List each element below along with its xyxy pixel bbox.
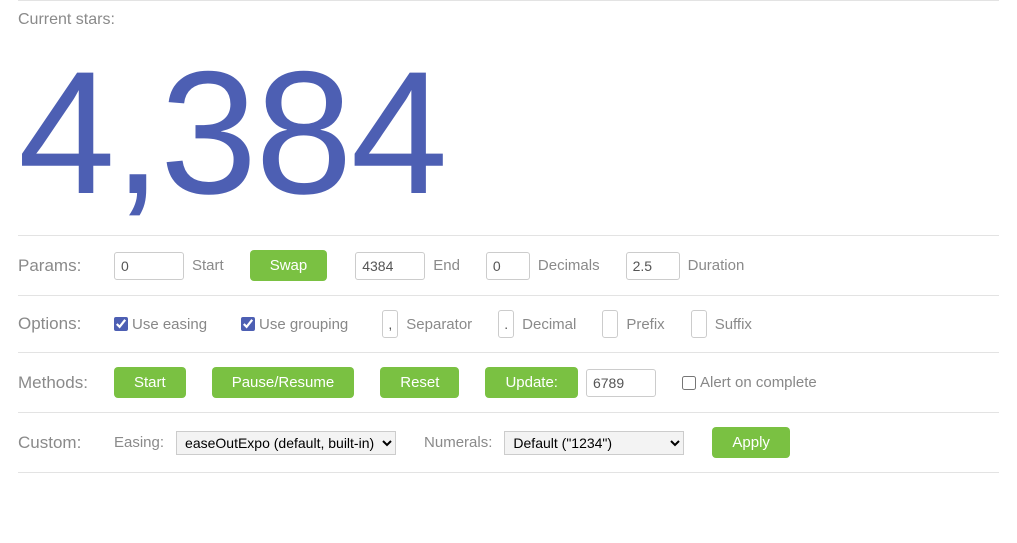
prefix-label: Prefix: [626, 316, 664, 333]
prefix-input[interactable]: [602, 310, 618, 338]
easing-select[interactable]: easeOutExpo (default, built-in): [176, 431, 396, 455]
start-button[interactable]: Start: [114, 367, 186, 398]
top-divider: [18, 0, 999, 1]
decimal-input[interactable]: [498, 310, 514, 338]
end-input[interactable]: [355, 252, 425, 280]
use-grouping-option[interactable]: Use grouping: [241, 316, 348, 333]
current-stars-label: Current stars:: [18, 11, 999, 29]
pause-resume-button[interactable]: Pause/Resume: [212, 367, 355, 398]
numerals-select[interactable]: Default ("1234"): [504, 431, 684, 455]
params-section: Params: Start Swap End Decimals Duration: [18, 235, 999, 295]
use-easing-checkbox[interactable]: [114, 317, 128, 331]
custom-section: Custom: Easing: easeOutExpo (default, bu…: [18, 412, 999, 473]
update-button[interactable]: Update:: [485, 367, 578, 398]
use-grouping-checkbox[interactable]: [241, 317, 255, 331]
alert-on-complete-option[interactable]: Alert on complete: [682, 374, 817, 391]
alert-on-complete-label: Alert on complete: [700, 374, 817, 391]
end-label: End: [433, 257, 460, 274]
start-label: Start: [192, 257, 224, 274]
start-input[interactable]: [114, 252, 184, 280]
options-label: Options:: [18, 314, 106, 334]
duration-input[interactable]: [626, 252, 680, 280]
decimals-input[interactable]: [486, 252, 530, 280]
suffix-input[interactable]: [691, 310, 707, 338]
duration-label: Duration: [688, 257, 745, 274]
reset-button[interactable]: Reset: [380, 367, 459, 398]
separator-input[interactable]: [382, 310, 398, 338]
separator-label: Separator: [406, 316, 472, 333]
use-grouping-label: Use grouping: [259, 316, 348, 333]
decimal-label: Decimal: [522, 316, 576, 333]
easing-label: Easing:: [114, 434, 164, 451]
methods-section: Methods: Start Pause/Resume Reset Update…: [18, 352, 999, 412]
methods-label: Methods:: [18, 373, 106, 393]
numerals-label: Numerals:: [424, 434, 492, 451]
params-label: Params:: [18, 256, 106, 276]
use-easing-option[interactable]: Use easing: [114, 316, 207, 333]
custom-label: Custom:: [18, 433, 106, 453]
suffix-label: Suffix: [715, 316, 752, 333]
swap-button[interactable]: Swap: [250, 250, 328, 281]
alert-on-complete-checkbox[interactable]: [682, 376, 696, 390]
update-value-input[interactable]: [586, 369, 656, 397]
decimals-label: Decimals: [538, 257, 600, 274]
apply-button[interactable]: Apply: [712, 427, 790, 458]
big-counter-value: 4,384: [18, 51, 999, 217]
use-easing-label: Use easing: [132, 316, 207, 333]
options-section: Options: Use easing Use grouping Separat…: [18, 295, 999, 352]
